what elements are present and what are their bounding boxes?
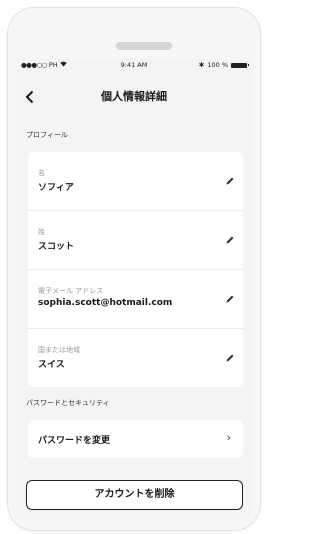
change-password-row[interactable]: パスワードを変更 ›: [28, 420, 243, 458]
bluetooth-icon: ✱: [198, 61, 205, 69]
change-password-label: パスワードを変更: [38, 436, 111, 446]
app-screen: ●●●○○ PH 9:41 AM ✱ 100 % 個人情報詳細 プロフィール 名…: [17, 58, 251, 520]
battery-percent: 100 %: [207, 61, 228, 69]
first-name-row[interactable]: 名 ソフィア: [28, 152, 243, 211]
phone-speaker: [116, 42, 172, 50]
page-title: 個人情報詳細: [101, 90, 167, 103]
nav-bar: 個人情報詳細: [17, 84, 251, 110]
field-value: ソフィア: [38, 183, 74, 193]
security-card: パスワードを変更 ›: [28, 420, 243, 458]
pencil-icon[interactable]: [225, 176, 235, 186]
pencil-icon[interactable]: [225, 294, 235, 304]
field-label: 姓: [38, 228, 45, 236]
field-value: スコット: [38, 242, 75, 252]
chevron-right-icon: ›: [226, 431, 231, 444]
section-label-security: パスワードとセキュリティ: [26, 399, 110, 407]
status-right: ✱ 100 %: [198, 61, 249, 69]
pencil-icon[interactable]: [225, 353, 235, 363]
pencil-icon[interactable]: [225, 235, 235, 245]
last-name-row[interactable]: 姓 スコット: [28, 211, 243, 270]
field-label: 名: [38, 169, 45, 177]
delete-account-button[interactable]: アカウントを削除: [26, 480, 243, 510]
profile-card: 名 ソフィア 姓 スコット 電子メール アドレス sophia.scott@ho…: [28, 152, 243, 387]
field-label: 電子メール アドレス: [38, 287, 104, 295]
battery-icon: [231, 62, 249, 68]
email-row[interactable]: 電子メール アドレス sophia.scott@hotmail.com: [28, 270, 243, 329]
field-value: スイス: [38, 360, 65, 370]
section-label-profile: プロフィール: [26, 131, 68, 139]
status-bar: ●●●○○ PH 9:41 AM ✱ 100 %: [17, 58, 251, 72]
field-label: 国または地域: [38, 346, 80, 354]
field-value: sophia.scott@hotmail.com: [38, 298, 173, 308]
country-row[interactable]: 国または地域 スイス: [28, 329, 243, 387]
